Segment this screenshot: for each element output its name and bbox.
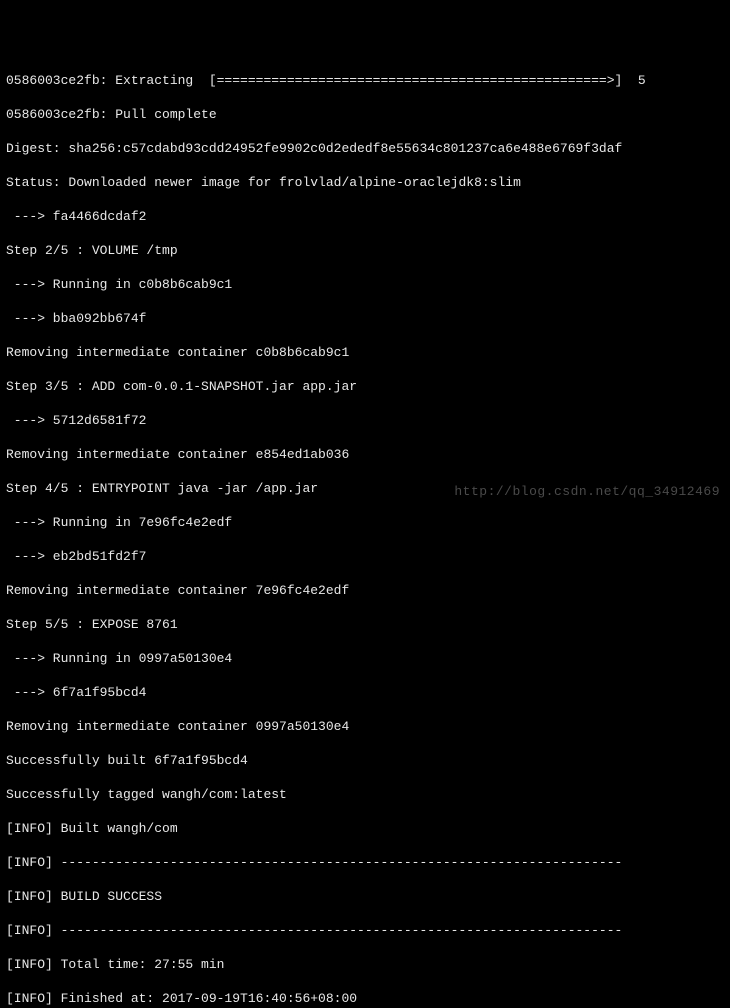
terminal-line: Successfully tagged wangh/com:latest — [6, 786, 724, 803]
terminal-line: ---> Running in 7e96fc4e2edf — [6, 514, 724, 531]
terminal-line: [INFO] ---------------------------------… — [6, 854, 724, 871]
terminal-line: [INFO] Finished at: 2017-09-19T16:40:56+… — [6, 990, 724, 1007]
watermark-text: http://blog.csdn.net/qq_34912469 — [454, 483, 720, 500]
terminal-line: [INFO] ---------------------------------… — [6, 922, 724, 939]
terminal-line: [INFO] BUILD SUCCESS — [6, 888, 724, 905]
terminal-line: Removing intermediate container 7e96fc4e… — [6, 582, 724, 599]
terminal-line: ---> bba092bb674f — [6, 310, 724, 327]
terminal-line: ---> 5712d6581f72 — [6, 412, 724, 429]
terminal-line: 0586003ce2fb: Pull complete — [6, 106, 724, 123]
terminal-line: ---> Running in c0b8b6cab9c1 — [6, 276, 724, 293]
terminal-line: Digest: sha256:c57cdabd93cdd24952fe9902c… — [6, 140, 724, 157]
terminal-line: Step 3/5 : ADD com-0.0.1-SNAPSHOT.jar ap… — [6, 378, 724, 395]
terminal-line: Step 5/5 : EXPOSE 8761 — [6, 616, 724, 633]
terminal-line: 0586003ce2fb: Extracting [==============… — [6, 72, 724, 89]
terminal-line: ---> 6f7a1f95bcd4 — [6, 684, 724, 701]
terminal-line: Step 2/5 : VOLUME /tmp — [6, 242, 724, 259]
terminal-line: Removing intermediate container c0b8b6ca… — [6, 344, 724, 361]
terminal-line: ---> Running in 0997a50130e4 — [6, 650, 724, 667]
terminal-line: Status: Downloaded newer image for frolv… — [6, 174, 724, 191]
terminal-line: [INFO] Built wangh/com — [6, 820, 724, 837]
terminal-line: ---> eb2bd51fd2f7 — [6, 548, 724, 565]
terminal-line: Successfully built 6f7a1f95bcd4 — [6, 752, 724, 769]
terminal-line: [INFO] Total time: 27:55 min — [6, 956, 724, 973]
terminal-line: Removing intermediate container 0997a501… — [6, 718, 724, 735]
terminal-line: ---> fa4466dcdaf2 — [6, 208, 724, 225]
terminal-line: Removing intermediate container e854ed1a… — [6, 446, 724, 463]
